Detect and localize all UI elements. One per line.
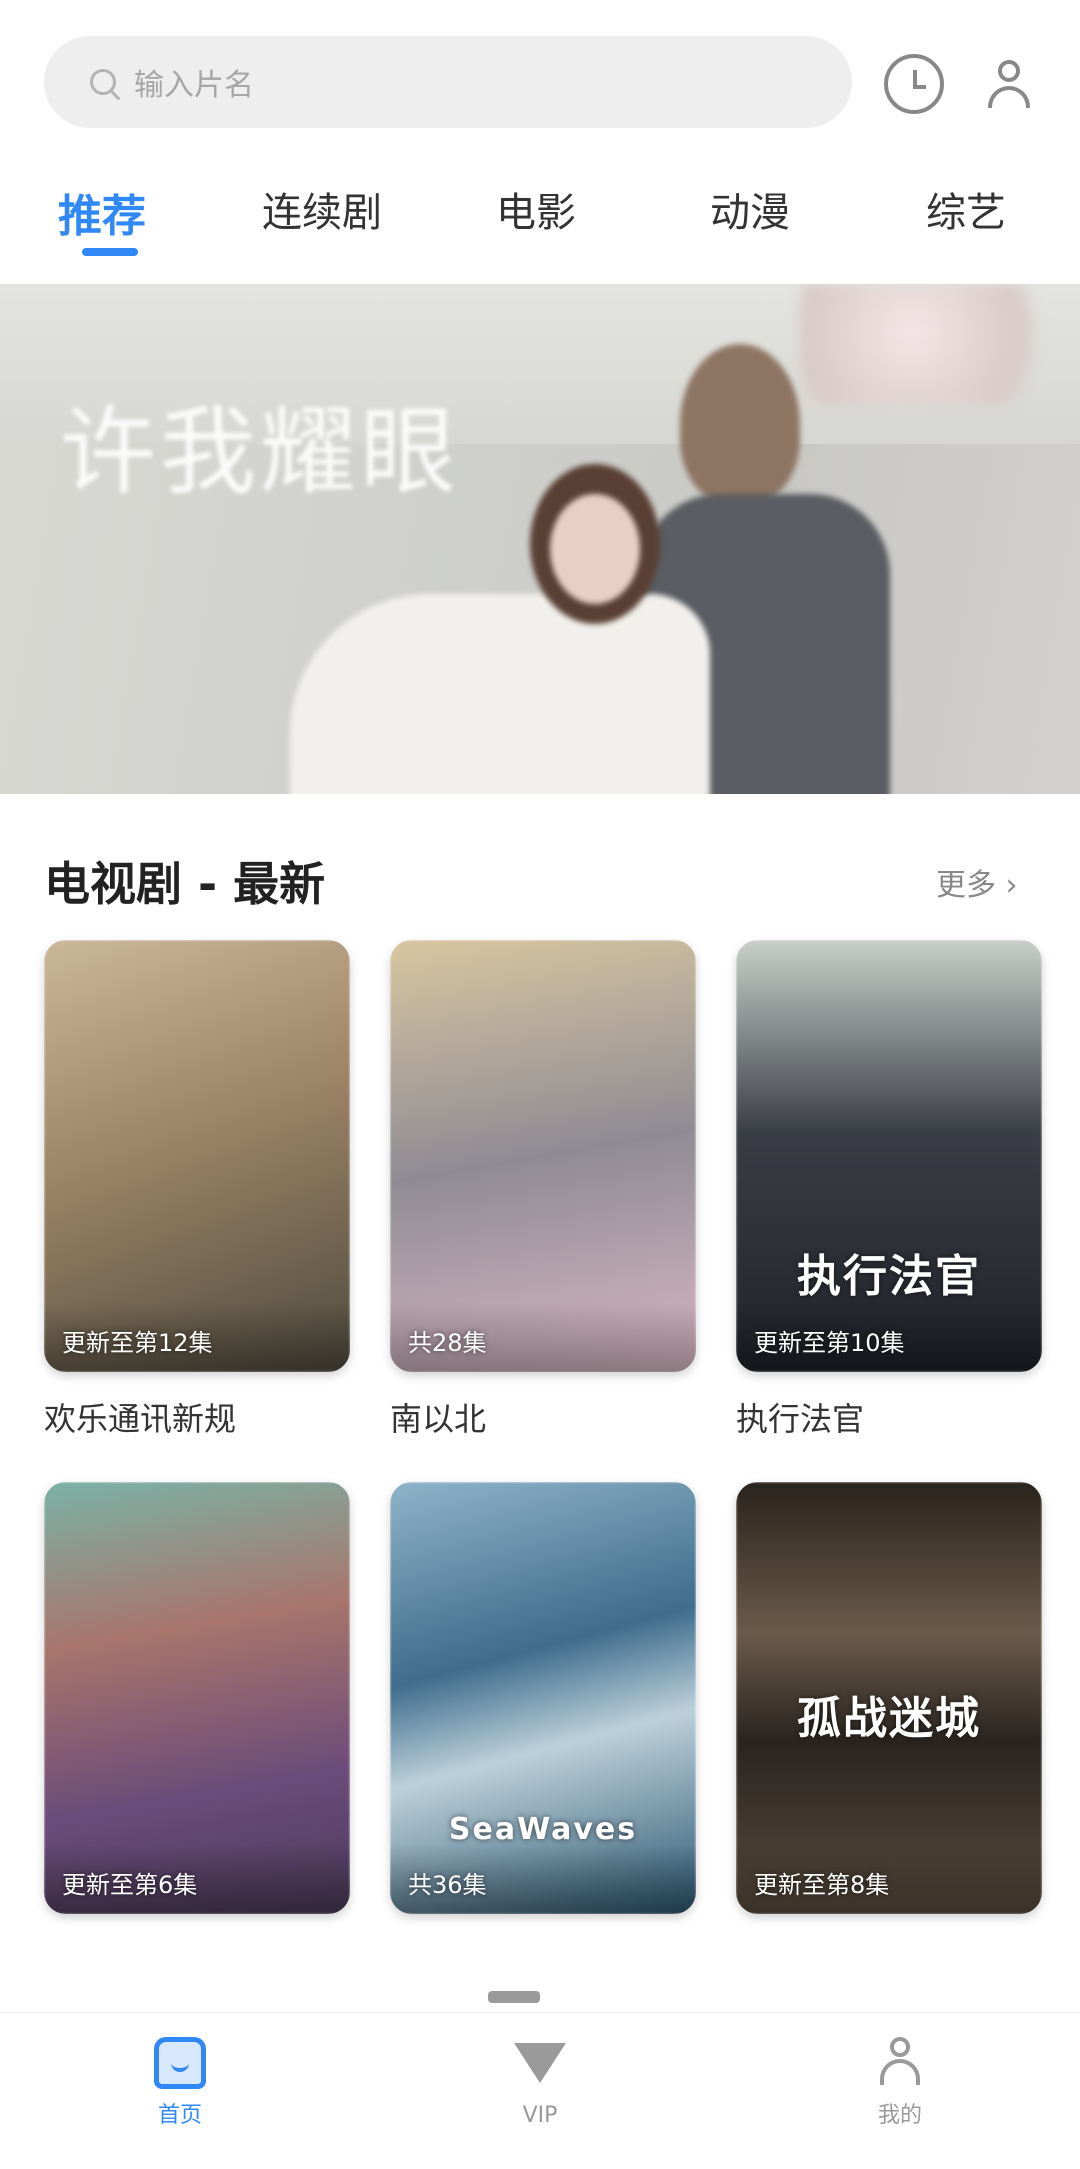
section-title: 电视剧 - 最新	[44, 857, 326, 911]
poster[interactable]: 共28集	[390, 940, 696, 1372]
poster[interactable]: SeaWaves 共36集	[390, 1482, 696, 1914]
tab-indicator	[82, 248, 138, 256]
episode-badge: 更新至第8集	[754, 1871, 890, 1899]
tab-anime[interactable]: 动漫	[710, 180, 790, 238]
home-icon	[154, 2037, 206, 2089]
poster[interactable]: 更新至第6集	[44, 1482, 350, 1914]
nav-vip[interactable]: VIP	[470, 2037, 610, 2128]
video-card[interactable]: 执行法官 更新至第10集 执行法官	[736, 940, 1042, 1440]
top-bar: 输入片名	[0, 0, 1080, 160]
episode-badge: 更新至第10集	[754, 1329, 905, 1357]
video-card[interactable]: 孤战迷城 更新至第8集	[736, 1482, 1042, 1936]
category-tabs: 推荐 连续剧 电影 动漫 综艺	[0, 170, 1080, 270]
poster-title: 执行法官	[797, 1251, 981, 1302]
nav-vip-label: VIP	[522, 2103, 558, 2128]
history-icon[interactable]	[884, 54, 944, 114]
poster[interactable]: 孤战迷城 更新至第8集	[736, 1482, 1042, 1914]
episode-badge: 更新至第6集	[62, 1871, 198, 1899]
poster-title: 孤战迷城	[797, 1693, 981, 1744]
card-title: 南以北	[390, 1400, 487, 1438]
nav-home-label: 首页	[157, 2103, 202, 2128]
banner-figure-woman	[260, 464, 710, 794]
poster[interactable]: 执行法官 更新至第10集	[736, 940, 1042, 1372]
nav-home[interactable]: 首页	[110, 2037, 250, 2129]
card-title: 执行法官	[736, 1400, 865, 1438]
poster[interactable]: 更新至第12集	[44, 940, 350, 1372]
hero-banner[interactable]: 许我耀眼	[0, 284, 1080, 794]
vip-diamond-icon	[514, 2043, 566, 2083]
search-box[interactable]: 输入片名	[44, 36, 852, 128]
tab-movies[interactable]: 电影	[496, 180, 576, 238]
more-link[interactable]: 更多 ›	[936, 860, 1018, 904]
search-icon	[90, 69, 116, 95]
video-card[interactable]: 更新至第12集 欢乐通讯新规	[44, 940, 350, 1440]
profile-icon	[874, 2037, 926, 2089]
user-icon[interactable]	[980, 54, 1040, 114]
episode-badge: 共28集	[408, 1329, 487, 1357]
video-card[interactable]: SeaWaves 共36集	[390, 1482, 696, 1936]
nav-profile-label: 我的	[877, 2103, 922, 2128]
tab-recommend[interactable]: 推荐	[58, 180, 146, 244]
video-card[interactable]: 共28集 南以北	[390, 940, 696, 1440]
episode-badge: 更新至第12集	[62, 1329, 213, 1357]
nav-profile[interactable]: 我的	[830, 2037, 970, 2129]
card-title: 欢乐通讯新规	[44, 1400, 237, 1438]
episode-badge: 共36集	[408, 1871, 487, 1899]
bottom-nav: 首页 VIP 我的	[0, 2012, 1080, 2169]
tab-series[interactable]: 连续剧	[262, 180, 382, 238]
search-placeholder: 输入片名	[134, 68, 254, 103]
poster-title: SeaWaves	[448, 1812, 638, 1847]
tab-variety[interactable]: 综艺	[926, 180, 1006, 238]
video-card[interactable]: 更新至第6集	[44, 1482, 350, 1936]
